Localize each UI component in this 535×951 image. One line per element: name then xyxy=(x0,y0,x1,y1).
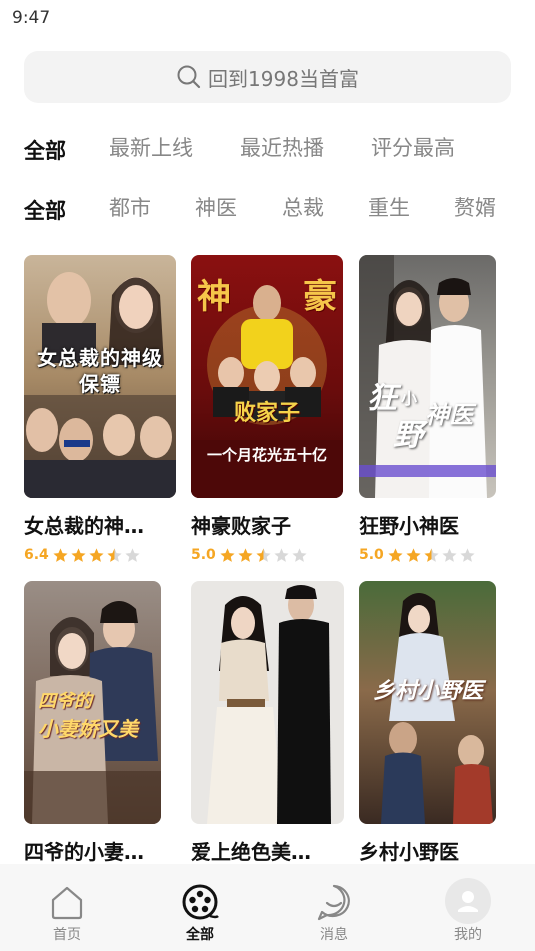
star-icon xyxy=(238,547,253,562)
poster-title-char: 神 xyxy=(197,277,231,317)
star-icon xyxy=(292,547,307,562)
star-icon xyxy=(53,547,68,562)
sort-hot-tab[interactable]: 最近热播 xyxy=(240,128,324,168)
nav-messages[interactable]: 消息 xyxy=(289,864,379,951)
rating-row: 5.0 xyxy=(359,545,496,565)
sort-filter-row: 全部 最新上线 最近热播 评分最高 xyxy=(0,128,535,168)
drama-title: 四爷的小妻… xyxy=(24,840,144,864)
genre-rebirth-tab[interactable]: 重生 xyxy=(368,188,410,228)
drama-card[interactable]: 四爷的 小妻娇又美 四爷的小妻… xyxy=(24,581,161,865)
poster-title-text: 女总裁的神级保镖 xyxy=(37,346,163,396)
star-icon xyxy=(406,547,421,562)
poster-title-text: 野 xyxy=(393,418,423,453)
drama-poster[interactable]: 狂 小 野 神医 xyxy=(359,255,496,498)
rating-stars xyxy=(219,547,309,564)
sort-all-tab[interactable]: 全部 xyxy=(24,128,66,174)
rating-stars xyxy=(52,547,142,564)
sort-rating-tab[interactable]: 评分最高 xyxy=(371,128,455,168)
drama-card[interactable]: 神 豪 败家子 一个月花光五十亿 神豪败家子 5.0 xyxy=(191,255,343,565)
poster-title-text: 乡村小野医 xyxy=(372,679,483,704)
drama-title: 狂野小神医 xyxy=(359,514,459,538)
drama-card[interactable]: 乡村小野医 乡村小野医 xyxy=(359,581,496,865)
rating-row: 5.0 xyxy=(191,545,343,565)
poster-title-text: 小 xyxy=(401,389,418,408)
genre-filter-row: 全部 都市 神医 总裁 重生 赘婿 xyxy=(0,188,535,228)
genre-son-in-law-tab[interactable]: 赘婿 xyxy=(454,188,496,228)
genre-urban-tab[interactable]: 都市 xyxy=(109,188,151,228)
drama-poster[interactable]: 四爷的 小妻娇又美 xyxy=(24,581,161,824)
rating-score: 5.0 xyxy=(191,547,216,563)
poster-title-text: 小妻娇又美 xyxy=(38,717,138,741)
star-icon xyxy=(125,547,140,562)
poster-title-text: 四爷的 xyxy=(38,691,92,712)
drama-card[interactable]: 狂 小 野 神医 狂野小神医 5.0 xyxy=(359,255,496,565)
poster-subtitle-text: 败家子 xyxy=(233,401,300,426)
search-placeholder: 回到1998当首富 xyxy=(208,66,359,91)
avatar-icon xyxy=(445,878,491,924)
star-icon xyxy=(424,547,439,562)
star-icon xyxy=(460,547,475,562)
rating-score: 6.4 xyxy=(24,547,49,563)
drama-title: 乡村小野医 xyxy=(359,840,459,864)
drama-title: 女总裁的神… xyxy=(24,514,144,538)
nav-messages-label: 消息 xyxy=(320,927,348,943)
drama-poster[interactable]: 女总裁的神级保镖 xyxy=(24,255,176,498)
drama-title: 爱上绝色美… xyxy=(191,840,311,864)
star-icon xyxy=(256,547,271,562)
star-icon xyxy=(71,547,86,562)
genre-all-tab[interactable]: 全部 xyxy=(24,188,66,234)
nav-home-label: 首页 xyxy=(53,927,81,943)
nav-home[interactable]: 首页 xyxy=(22,864,112,951)
star-icon xyxy=(89,547,104,562)
drama-card[interactable]: 女总裁的神级保镖 女总裁的神… 6.4 xyxy=(24,255,176,565)
rating-stars xyxy=(387,547,477,564)
star-icon xyxy=(388,547,403,562)
sort-newest-tab[interactable]: 最新上线 xyxy=(109,128,193,168)
drama-title: 神豪败家子 xyxy=(191,514,291,538)
rating-score: 5.0 xyxy=(359,547,384,563)
rating-row: 6.4 xyxy=(24,545,176,565)
drama-poster[interactable]: 神 豪 败家子 一个月花光五十亿 xyxy=(191,255,343,498)
poster-tagline: 一个月花光五十亿 xyxy=(206,446,327,464)
drama-poster[interactable] xyxy=(191,581,344,824)
status-time: 9:47 xyxy=(12,8,51,28)
message-icon xyxy=(317,884,350,921)
search-box[interactable]: 回到1998当首富 xyxy=(24,51,511,103)
drama-poster[interactable]: 乡村小野医 xyxy=(359,581,496,824)
star-icon xyxy=(107,547,122,562)
status-bar: 9:47 xyxy=(0,0,535,38)
star-icon xyxy=(274,547,289,562)
genre-doctor-tab[interactable]: 神医 xyxy=(195,188,237,228)
star-icon xyxy=(220,547,235,562)
home-icon xyxy=(51,886,83,920)
nav-profile[interactable]: 我的 xyxy=(423,864,513,951)
genre-ceo-tab[interactable]: 总裁 xyxy=(282,188,324,228)
star-icon xyxy=(442,547,457,562)
nav-profile-label: 我的 xyxy=(454,927,482,943)
drama-card[interactable]: 爱上绝色美… xyxy=(191,581,344,865)
nav-all-label: 全部 xyxy=(186,927,214,943)
poster-title-char: 豪 xyxy=(303,277,337,317)
nav-all[interactable]: 全部 xyxy=(155,864,245,951)
bottom-nav: 首页 全部 消息 我的 xyxy=(0,864,535,951)
search-icon xyxy=(177,65,201,89)
poster-title-text: 神医 xyxy=(425,401,473,429)
film-reel-icon xyxy=(182,884,219,920)
